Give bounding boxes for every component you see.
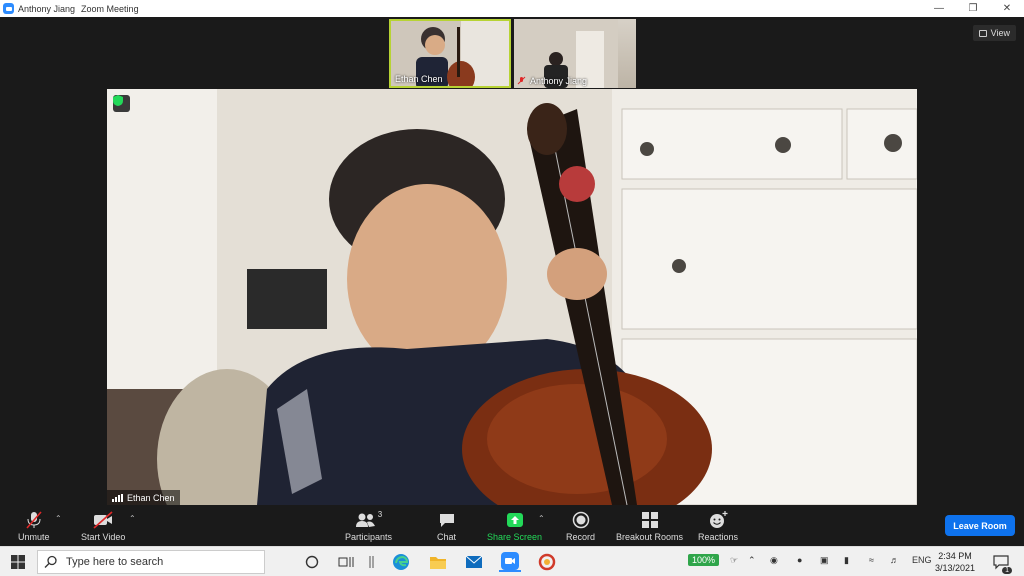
title-bar: Anthony Jiang Zoom Meeting — ❐ ✕ — [0, 0, 1024, 17]
clock-date: 3/13/2021 — [935, 563, 976, 573]
record-label: Record — [566, 532, 596, 542]
clock-time: 2:34 PM — [938, 551, 972, 561]
edge-browser-icon[interactable] — [390, 552, 412, 572]
reactions-icon — [708, 510, 728, 530]
video-off-icon — [92, 510, 114, 530]
video-options-caret-icon[interactable]: ⌃ — [129, 514, 136, 523]
participants-count: 3 — [377, 510, 383, 519]
breakout-rooms-icon — [641, 510, 659, 530]
pointer-icon: ☞ — [730, 555, 739, 565]
meeting-toolbar: Unmute ⌃ Start Video ⌃ 3 Participants Ch… — [0, 507, 1024, 546]
window-title: Zoom Meeting — [81, 3, 139, 14]
view-button-label: View — [990, 28, 1010, 38]
grid-view-icon — [978, 29, 987, 37]
display-icon[interactable]: ▣ — [820, 555, 829, 566]
record-icon — [572, 510, 590, 530]
participants-icon — [355, 513, 375, 527]
window-user: Anthony Jiang — [18, 3, 76, 14]
volume-icon[interactable]: ♬ — [890, 555, 899, 565]
share-screen-button[interactable]: Share Screen — [487, 510, 542, 542]
chat-label: Chat — [437, 532, 457, 542]
webcam-icon[interactable]: ◉ — [770, 555, 778, 566]
cortana-icon[interactable] — [302, 552, 322, 572]
chat-button[interactable]: Chat — [437, 510, 456, 542]
muted-mic-icon — [517, 76, 526, 85]
main-video-frame — [107, 89, 917, 505]
notifications-icon[interactable]: 1 — [990, 552, 1012, 574]
toolbar-separator-icon — [366, 552, 378, 572]
speaker-label: Ethan Chen — [107, 490, 180, 505]
unmute-button[interactable]: Unmute — [18, 510, 50, 542]
signal-bars-icon — [112, 493, 123, 502]
share-screen-icon — [506, 510, 524, 530]
battery-icon[interactable]: ▮ — [844, 555, 849, 566]
file-explorer-icon[interactable] — [427, 552, 449, 572]
main-video: Ethan Chen — [107, 89, 917, 505]
restore-button[interactable]: ❐ — [956, 0, 990, 17]
wifi-icon[interactable]: ≈ — [869, 555, 874, 565]
record-button[interactable]: Record — [566, 510, 595, 542]
microphone-icon[interactable]: ● — [797, 555, 802, 565]
thumbnail-name: Ethan Chen — [395, 74, 443, 84]
participants-button[interactable]: 3 Participants — [345, 510, 392, 542]
meeting-stage: Ethan Chen Anthony Jiang View Ethan Chen — [0, 17, 1024, 507]
notifications-count: 1 — [1002, 567, 1012, 574]
participants-label: Participants — [345, 532, 393, 542]
minimize-button[interactable]: — — [922, 0, 956, 17]
system-clock[interactable]: 2:34 PM 3/13/2021 — [935, 550, 975, 574]
breakout-rooms-label: Breakout Rooms — [616, 532, 684, 542]
show-hidden-icons-caret-icon[interactable]: ⌃ — [748, 555, 756, 566]
chat-bubble-icon — [438, 510, 456, 530]
view-button[interactable]: View — [972, 25, 1016, 41]
reactions-label: Reactions — [698, 532, 739, 542]
mail-icon[interactable] — [463, 552, 485, 572]
windows-start-icon[interactable] — [8, 552, 28, 572]
reactions-button[interactable]: Reactions — [698, 510, 738, 542]
start-video-button[interactable]: Start Video — [81, 510, 125, 542]
unmute-label: Unmute — [18, 532, 50, 542]
search-icon — [44, 555, 57, 568]
muted-mic-icon — [25, 510, 43, 530]
breakout-rooms-button[interactable]: Breakout Rooms — [616, 510, 683, 542]
taskbar-search-box[interactable]: Type here to search — [37, 550, 265, 574]
zoom-taskbar-icon[interactable] — [499, 552, 521, 572]
paint-app-icon[interactable] — [536, 552, 558, 572]
participants-icon-group: 3 — [355, 510, 382, 530]
battery-percent[interactable]: 100% — [688, 554, 720, 566]
thumbnail-anthony-jiang[interactable]: Anthony Jiang — [514, 19, 636, 88]
close-button[interactable]: ✕ — [990, 0, 1024, 17]
task-view-icon[interactable] — [336, 552, 356, 572]
leave-room-button[interactable]: Leave Room — [945, 515, 1015, 536]
share-screen-label: Share Screen — [487, 532, 543, 542]
language-indicator[interactable]: ENG — [912, 555, 932, 565]
zoom-logo-icon — [3, 3, 14, 14]
audio-options-caret-icon[interactable]: ⌃ — [55, 514, 62, 523]
search-placeholder: Type here to search — [66, 556, 164, 568]
speaker-name: Ethan Chen — [127, 492, 175, 503]
start-video-label: Start Video — [81, 532, 126, 542]
windows-taskbar: Type here to search 100% ☞ ⌃ ◉ ● ▣ ▮ ≈ ♬… — [0, 546, 1024, 576]
thumbnail-ethan-chen[interactable]: Ethan Chen — [389, 19, 511, 88]
thumbnail-name: Anthony Jiang — [530, 76, 588, 86]
encryption-shield-icon[interactable] — [113, 95, 130, 112]
share-options-caret-icon[interactable]: ⌃ — [538, 514, 545, 523]
